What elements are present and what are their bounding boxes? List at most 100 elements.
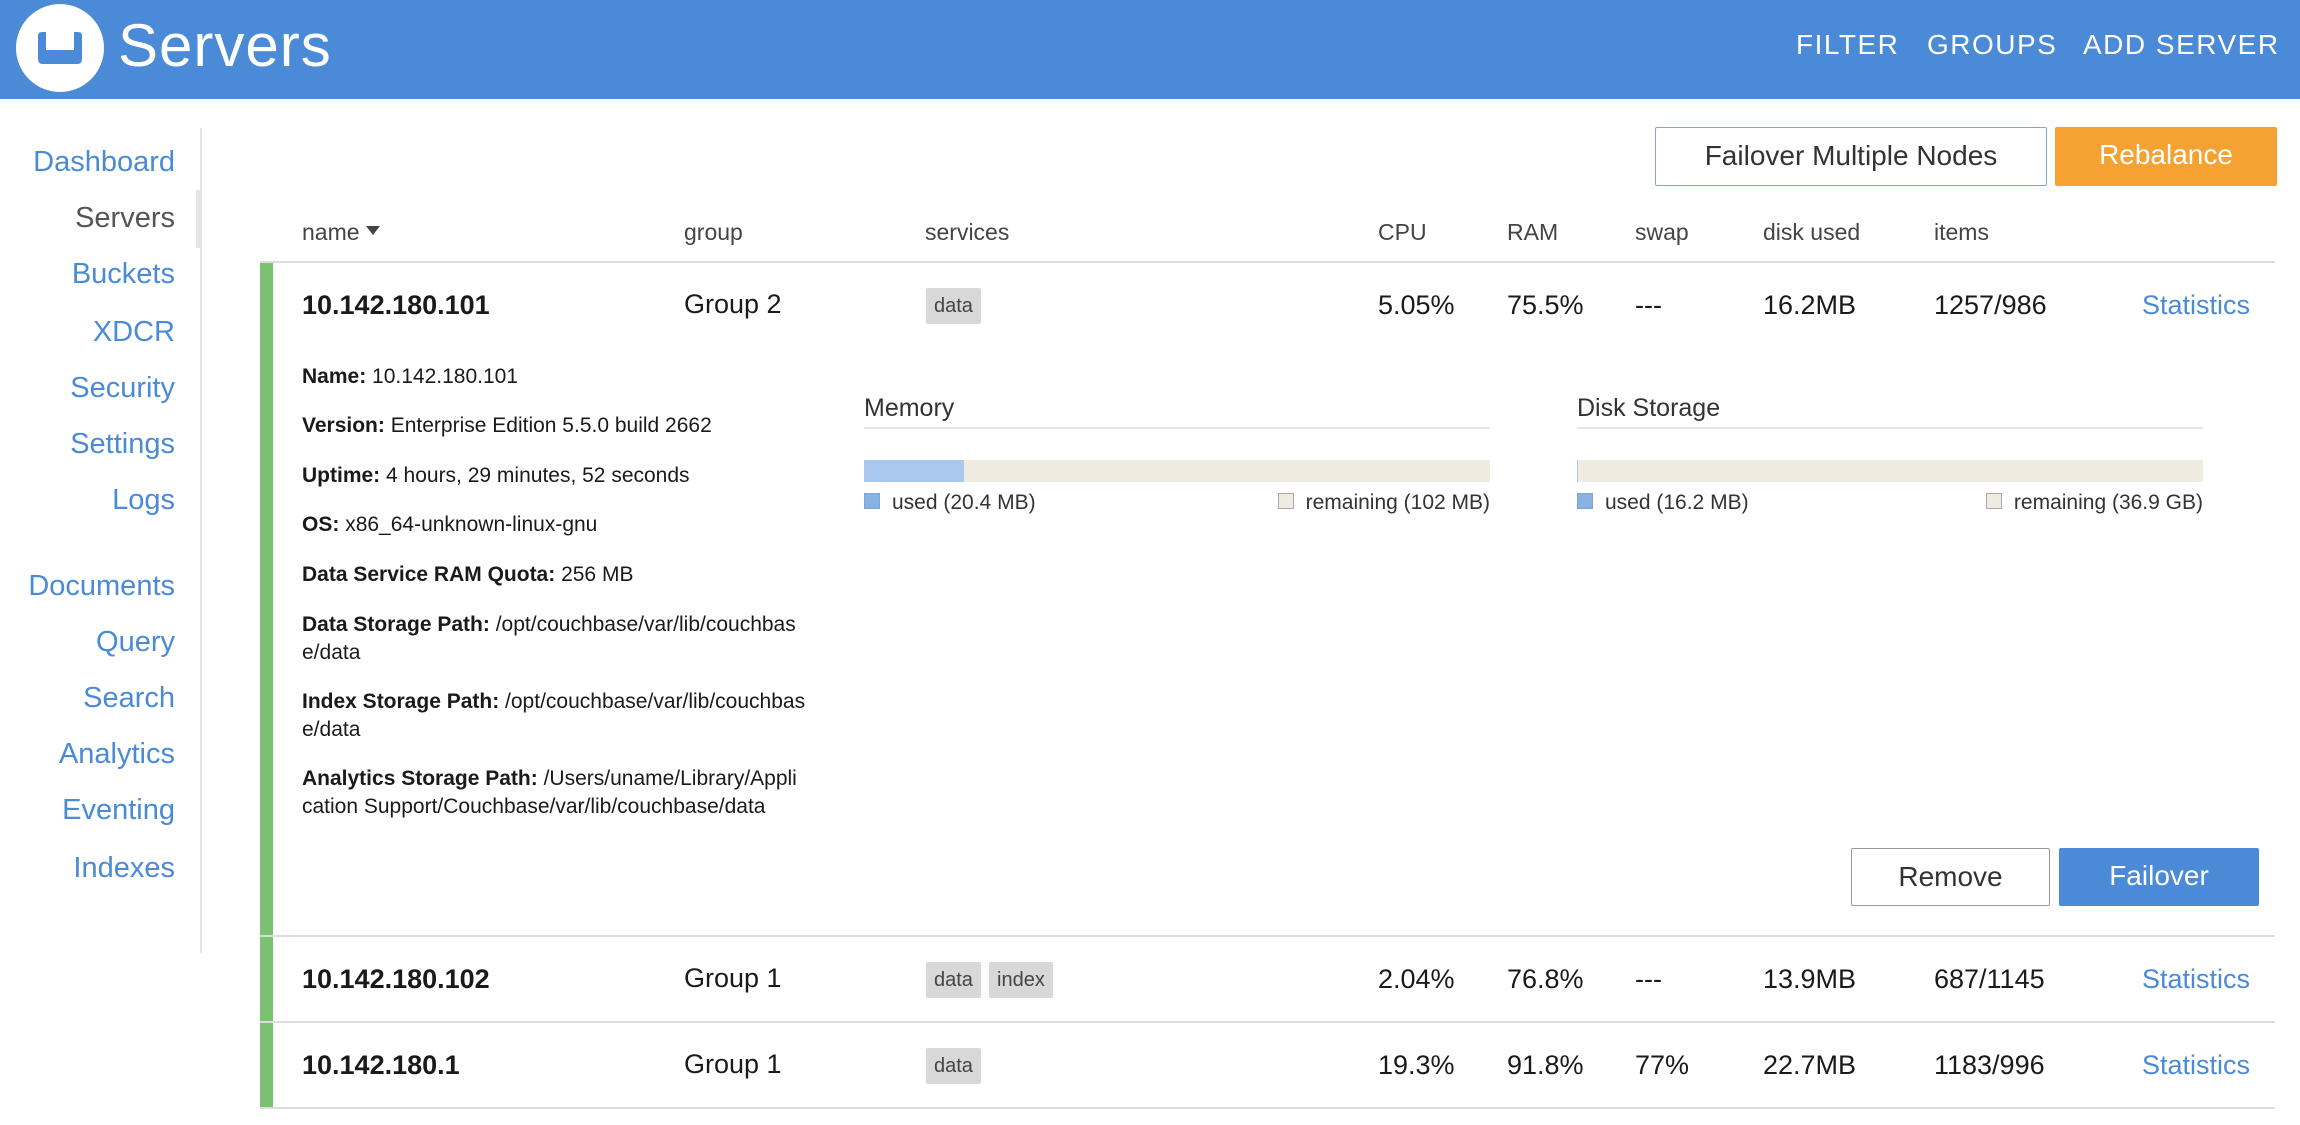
memory-used-fill <box>864 460 965 482</box>
server-group: Group 1 <box>684 1049 782 1079</box>
memory-usage-bar <box>864 460 1490 482</box>
detail-label: Analytics Storage Path: <box>302 767 538 790</box>
sidebar-item-buckets[interactable]: Buckets <box>72 256 175 292</box>
server-ram: 91.8% <box>1507 1050 1584 1080</box>
sidebar-item-xdcr[interactable]: XDCR <box>93 314 175 350</box>
column-header-swap[interactable]: swap <box>1635 218 1689 246</box>
sidebar-item-servers[interactable]: Servers <box>75 200 175 236</box>
failover-multiple-nodes-button[interactable]: Failover Multiple Nodes <box>1655 127 2047 186</box>
detail-data-storage-path: Data Storage Path: /opt/couchbase/var/li… <box>302 611 807 667</box>
memory-used-legend: used (20.4 MB) <box>864 490 1036 516</box>
sidebar-item-eventing[interactable]: Eventing <box>62 792 175 828</box>
detail-analytics-storage-path: Analytics Storage Path: /Users/uname/Lib… <box>302 765 807 821</box>
service-badge-data: data <box>926 962 981 998</box>
detail-value: 10.142.180.101 <box>372 365 519 388</box>
add-server-button[interactable]: ADD SERVER <box>2083 28 2280 62</box>
sort-descending-icon <box>365 226 380 236</box>
groups-button[interactable]: GROUPS <box>1927 28 2057 62</box>
column-header-name[interactable]: name <box>302 218 380 246</box>
sidebar-item-security[interactable]: Security <box>70 370 175 406</box>
detail-label: Version: <box>302 414 385 437</box>
sidebar-item-settings[interactable]: Settings <box>70 426 175 462</box>
sidebar-divider <box>200 128 202 953</box>
service-badge-data: data <box>926 1048 981 1084</box>
detail-label: Name: <box>302 365 367 388</box>
detail-label: Uptime: <box>302 464 381 487</box>
sidebar-item-dashboard[interactable]: Dashboard <box>33 144 175 180</box>
server-items: 687/1145 <box>1934 964 2045 994</box>
used-swatch-icon <box>864 493 880 510</box>
node-status-indicator <box>260 1023 273 1108</box>
server-swap: 77% <box>1635 1050 1690 1080</box>
sidebar-item-indexes[interactable]: Indexes <box>73 850 175 886</box>
service-badge-data: data <box>926 288 981 324</box>
memory-divider <box>864 427 1490 429</box>
memory-title: Memory <box>864 394 955 422</box>
couchbase-logo[interactable] <box>16 4 104 92</box>
server-name[interactable]: 10.142.180.102 <box>302 962 490 996</box>
remove-button[interactable]: Remove <box>1851 848 2050 906</box>
node-status-indicator <box>260 937 273 1022</box>
column-header-services[interactable]: services <box>925 218 1009 246</box>
column-header-ram[interactable]: RAM <box>1507 218 1558 246</box>
disk-usage-bar <box>1577 460 2203 482</box>
detail-value: x86_64-unknown-linux-gnu <box>345 513 598 536</box>
column-header-disk-used[interactable]: disk used <box>1763 218 1860 246</box>
detail-value: 256 MB <box>561 563 634 586</box>
detail-label: Data Service RAM Quota: <box>302 563 556 586</box>
memory-used-label: used (20.4 MB) <box>892 491 1036 514</box>
server-disk-used: 13.9MB <box>1763 964 1857 994</box>
detail-ram-quota: Data Service RAM Quota: 256 MB <box>302 561 807 589</box>
column-header-group[interactable]: group <box>684 218 743 246</box>
row-divider <box>260 1021 2275 1023</box>
filter-button[interactable]: FILTER <box>1796 28 1899 62</box>
sidebar-item-documents[interactable]: Documents <box>28 568 175 604</box>
column-header-cpu[interactable]: CPU <box>1378 218 1427 246</box>
detail-label: Data Storage Path: <box>302 613 490 636</box>
detail-name: Name: 10.142.180.101 <box>302 363 807 391</box>
disk-storage-title: Disk Storage <box>1577 394 1721 422</box>
rebalance-button[interactable]: Rebalance <box>2055 127 2277 186</box>
used-swatch-icon <box>1577 493 1593 510</box>
header-divider <box>260 261 2275 263</box>
sidebar-item-search[interactable]: Search <box>83 680 175 716</box>
row-divider <box>260 935 2275 937</box>
sidebar-item-query[interactable]: Query <box>96 624 175 660</box>
disk-remaining-legend: remaining (36.9 GB) <box>1985 490 2203 516</box>
statistics-link[interactable]: Statistics <box>2142 1048 2250 1082</box>
detail-version: Version: Enterprise Edition 5.5.0 build … <box>302 412 807 440</box>
statistics-link[interactable]: Statistics <box>2142 288 2250 322</box>
server-disk-used: 22.7MB <box>1763 1050 1857 1080</box>
node-status-indicator <box>260 263 273 937</box>
statistics-link[interactable]: Statistics <box>2142 962 2250 996</box>
server-swap: --- <box>1635 964 1662 994</box>
server-items: 1183/996 <box>1934 1050 2045 1080</box>
server-cpu: 5.05% <box>1378 290 1455 320</box>
disk-used-legend: used (16.2 MB) <box>1577 490 1749 516</box>
detail-label: OS: <box>302 513 340 536</box>
row-divider <box>260 1107 2275 1109</box>
detail-os: OS: x86_64-unknown-linux-gnu <box>302 511 807 539</box>
app-header: Servers FILTER GROUPS ADD SERVER <box>0 0 2300 99</box>
sidebar-item-logs[interactable]: Logs <box>112 482 175 518</box>
server-name[interactable]: 10.142.180.1 <box>302 1048 460 1082</box>
disk-storage-divider <box>1577 427 2203 429</box>
detail-value: Enterprise Edition 5.5.0 build 2662 <box>390 414 712 437</box>
memory-remaining-legend: remaining (102 MB) <box>1277 490 1490 516</box>
server-cpu: 2.04% <box>1378 964 1455 994</box>
page-title: Servers <box>118 12 332 79</box>
server-name[interactable]: 10.142.180.101 <box>302 288 490 322</box>
detail-value: 4 hours, 29 minutes, 52 seconds <box>386 464 690 487</box>
column-header-items[interactable]: items <box>1934 218 1989 246</box>
server-swap: --- <box>1635 290 1662 320</box>
server-ram: 75.5% <box>1507 290 1584 320</box>
failover-button[interactable]: Failover <box>2059 848 2259 906</box>
service-badge-index: index <box>989 962 1053 998</box>
sidebar-item-analytics[interactable]: Analytics <box>59 736 175 772</box>
memory-remaining-label: remaining (102 MB) <box>1305 491 1490 514</box>
server-cpu: 19.3% <box>1378 1050 1455 1080</box>
detail-index-storage-path: Index Storage Path: /opt/couchbase/var/l… <box>302 688 807 744</box>
remaining-swatch-icon <box>1277 493 1294 510</box>
server-ram: 76.8% <box>1507 964 1584 994</box>
detail-label: Index Storage Path: <box>302 690 500 713</box>
